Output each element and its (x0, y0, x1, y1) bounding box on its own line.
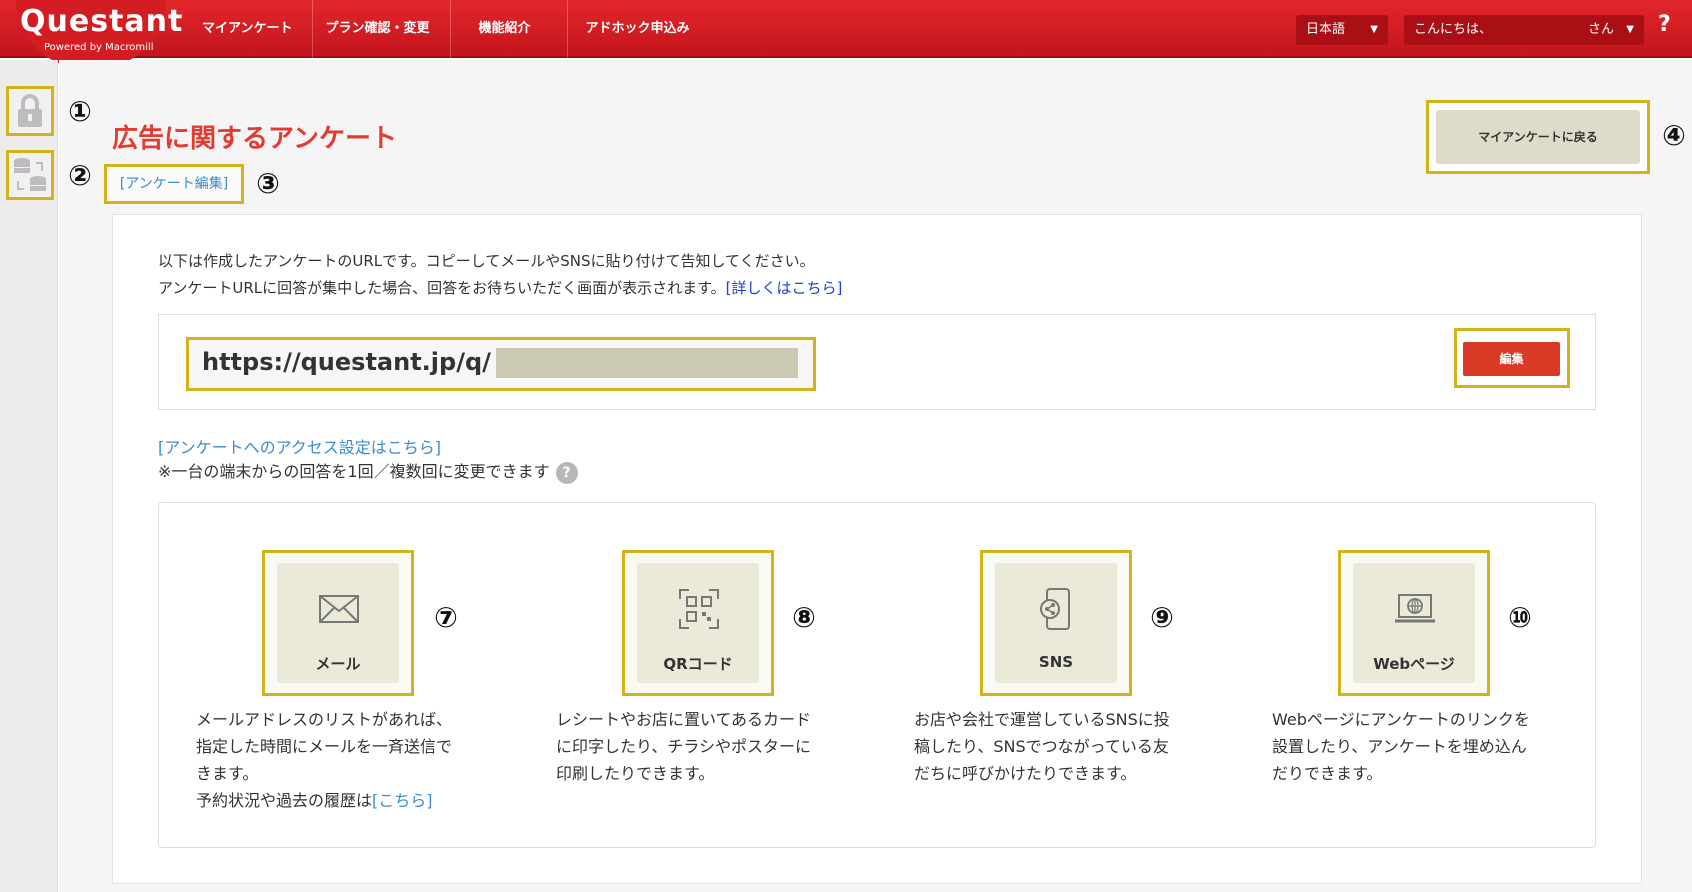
questant-logo[interactable]: Questant (20, 4, 183, 39)
annotation-1: ① (68, 95, 92, 128)
intro-text-2: アンケートURLに回答が集中した場合、回答をお待ちいただく画面が表示されます。[… (158, 277, 842, 298)
sns-desc-line: お店や会社で運営しているSNSに投 (914, 710, 1170, 729)
sns-desc-line: 稿したり、SNSでつながっている友 (914, 737, 1169, 756)
greeting-label: こんにちは、 (1414, 22, 1493, 37)
mail-desc-line: 指定した時間にメールを一斉送信で (196, 737, 453, 756)
question-mark-icon[interactable]: ? (555, 461, 578, 484)
lock-icon (18, 94, 42, 127)
mail-desc-line: メールアドレスのリストがあれば、 (196, 710, 453, 729)
mail-option-description: メールアドレスのリストがあれば、 指定した時間にメールを一斉送信で きます。 予… (196, 706, 496, 814)
survey-edit-link[interactable]: [アンケート編集] (104, 164, 244, 204)
nav-plan[interactable]: プラン確認・変更 (312, 0, 441, 58)
intro-text-2-body: アンケートURLに回答が集中した場合、回答をお待ちいただく画面が表示されます。 (158, 279, 726, 297)
qr-option-description: レシートやお店に置いてあるカード に印字したり、チラシやポスターに 印刷したりで… (556, 706, 856, 787)
url-redaction (496, 348, 798, 378)
mail-option-label: メール (315, 655, 361, 673)
web-monitor-icon (1395, 594, 1435, 623)
web-option-label: Webページ (1373, 655, 1455, 673)
qr-option-frame: QRコード (622, 550, 774, 696)
sns-option-frame: SNS (980, 550, 1132, 696)
qr-desc-line: に印字したり、チラシやポスターに (556, 737, 812, 756)
envelope-icon (319, 595, 359, 623)
smartphone-share-icon (1040, 588, 1070, 630)
sns-option-button[interactable]: SNS (995, 563, 1117, 683)
web-desc-line: だりできます。 (1272, 764, 1383, 783)
chevron-down-icon: ▼ (1626, 24, 1634, 35)
nav-my-surveys[interactable]: マイアンケート (190, 0, 304, 58)
access-settings-link[interactable]: [アンケートへのアクセス設定はこちら] (158, 434, 441, 458)
web-option-frame: Webページ (1338, 550, 1490, 696)
lock-button[interactable] (6, 86, 54, 136)
database-transfer-icon (14, 158, 46, 191)
annotation-8: ⑧ (792, 601, 816, 634)
greeting-suffix: さん (1587, 22, 1614, 37)
data-transfer-button[interactable] (6, 150, 54, 200)
annotation-9: ⑨ (1150, 601, 1174, 634)
sns-option-description: お店や会社で運営しているSNSに投 稿したり、SNSでつながっている友 だちに呼… (914, 706, 1214, 787)
language-select[interactable]: 日本語 ▼ (1296, 15, 1388, 45)
back-button-frame: マイアンケートに戻る (1426, 100, 1650, 174)
annotation-3: ③ (256, 167, 280, 200)
web-desc-line: 設置したり、アンケートを埋め込ん (1272, 737, 1527, 756)
qr-option-label: QRコード (663, 655, 733, 673)
web-desc-line: Webページにアンケートのリンクを (1272, 710, 1530, 729)
annotation-7: ⑦ (434, 601, 458, 634)
annotation-4: ④ (1662, 119, 1686, 152)
chevron-down-icon: ▼ (1370, 24, 1378, 35)
qr-desc-line: 印刷したりできます。 (556, 764, 715, 783)
access-note: ※一台の端末からの回答を1回／複数回に変更できます? (158, 458, 578, 484)
survey-url-text[interactable]: https://questant.jp/q/ (202, 348, 491, 376)
nav-adhoc[interactable]: アドホック申込み (566, 0, 708, 58)
page-title: 広告に関するアンケート (112, 124, 397, 154)
mail-desc-line: 予約状況や過去の履歴は[こちら] (196, 787, 496, 814)
main-nav: マイアンケート プラン確認・変更 機能紹介 アドホック申込み (190, 0, 716, 58)
mail-desc-text: 予約状況や過去の履歴は (196, 791, 373, 810)
sns-option-label: SNS (1038, 653, 1074, 671)
details-link[interactable]: [詳しくはこちら] (726, 279, 843, 297)
back-to-my-surveys-button[interactable]: マイアンケートに戻る (1436, 110, 1640, 164)
annotation-10: ⑩ (1508, 601, 1532, 634)
mail-history-link[interactable]: [こちら] (372, 791, 433, 810)
language-label: 日本語 (1306, 22, 1346, 37)
help-icon[interactable]: ? (1658, 12, 1671, 37)
mail-option-frame: メール (262, 550, 414, 696)
nav-features[interactable]: 機能紹介 (449, 0, 559, 58)
mail-desc-line: きます。 (196, 764, 259, 783)
sns-desc-line: だちに呼びかけたりできます。 (914, 764, 1137, 783)
web-option-button[interactable]: Webページ (1353, 563, 1475, 683)
user-menu[interactable]: こんにちは、 さん ▼ (1404, 15, 1644, 45)
access-note-text: ※一台の端末からの回答を1回／複数回に変更できます (158, 462, 550, 481)
mail-option-button[interactable]: メール (277, 563, 399, 683)
qr-code-icon (679, 589, 719, 629)
web-option-description: Webページにアンケートのリンクを 設置したり、アンケートを埋め込ん だりできま… (1272, 706, 1572, 787)
top-header: Questant Powered by Macromill マイアンケート プラ… (0, 0, 1692, 68)
logo-subtitle: Powered by Macromill (44, 42, 154, 53)
url-edit-button[interactable]: 編集 (1463, 342, 1560, 376)
qr-option-button[interactable]: QRコード (637, 563, 759, 683)
intro-text-1: 以下は作成したアンケートのURLです。コピーしてメールやSNSに貼り付けて告知し… (158, 252, 815, 270)
annotation-2: ② (68, 159, 92, 192)
qr-desc-line: レシートやお店に置いてあるカード (556, 710, 812, 729)
